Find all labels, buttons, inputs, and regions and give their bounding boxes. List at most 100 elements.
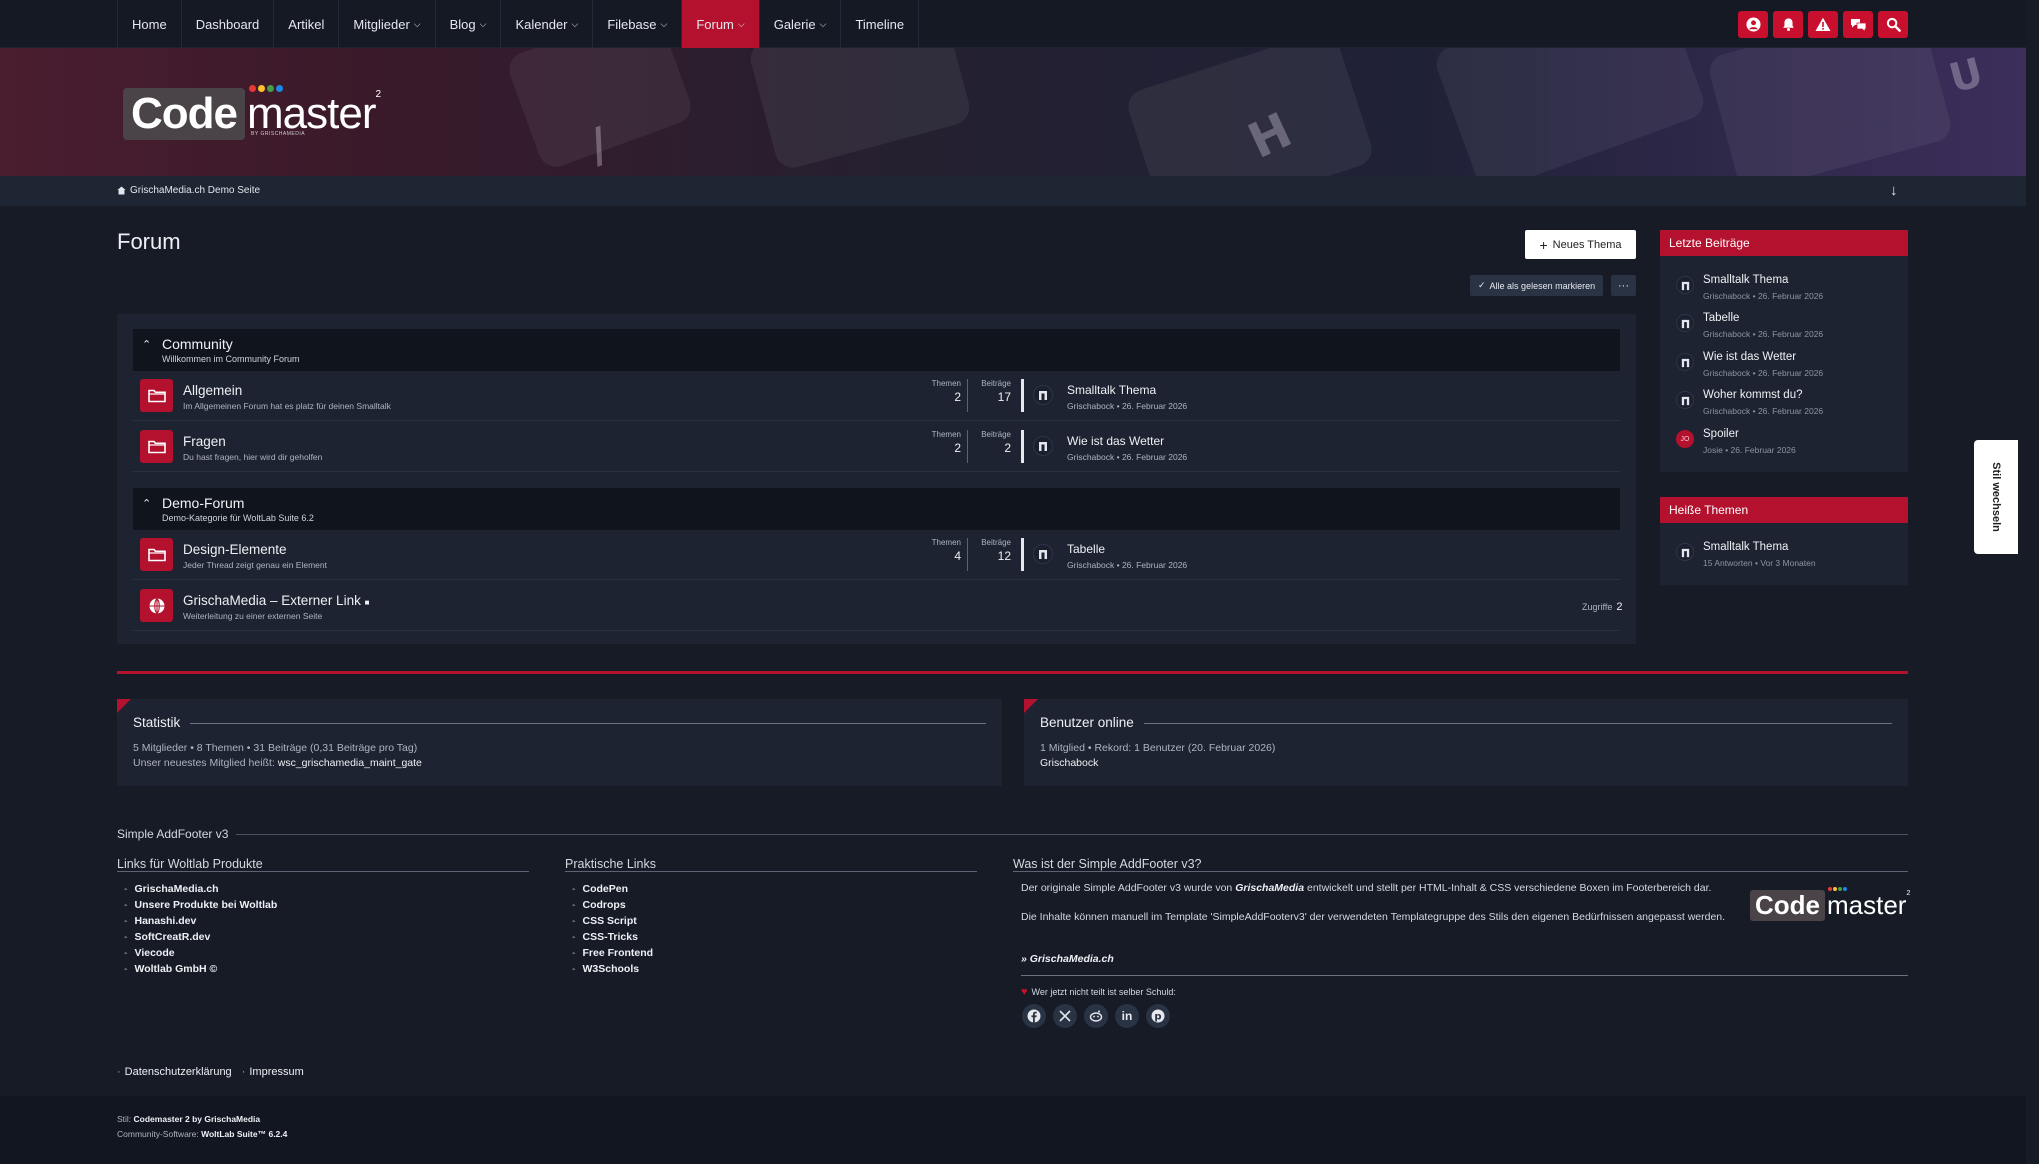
footer-link[interactable]: Hanashi.dev xyxy=(124,915,277,931)
folder-icon xyxy=(140,538,173,571)
board-name[interactable]: Allgemein xyxy=(183,383,242,398)
banner-decoration xyxy=(1431,48,1709,176)
chevron-down-icon: ⌵ xyxy=(737,18,745,29)
board-name[interactable]: Design-Elemente xyxy=(183,542,287,557)
online-summary: 1 Mitglied • Rekord: 1 Benutzer (20. Feb… xyxy=(1040,742,1276,754)
nav-item-forum[interactable]: Forum ⌵ xyxy=(681,0,759,48)
style-switch-button[interactable]: Stil wechseln xyxy=(1974,440,2018,554)
sidebar-post-title[interactable]: Spoiler xyxy=(1703,428,1739,440)
facebook-icon[interactable] xyxy=(1022,1004,1046,1028)
category-subtitle: Demo-Kategorie für WoltLab Suite 6.2 xyxy=(162,513,314,523)
footer-link[interactable]: Unsere Produkte bei Woltlab xyxy=(124,899,278,915)
breadcrumb[interactable]: GrischaMedia.ch Demo Seite xyxy=(117,185,260,196)
last-post-meta: Grischabock • 26. Februar 2026 xyxy=(1067,452,1188,462)
nav-item-blog[interactable]: Blog ⌵ xyxy=(434,0,501,48)
stat-label: Themen xyxy=(931,379,961,388)
sidebar-post-title[interactable]: Smalltalk Thema xyxy=(1703,541,1788,553)
footer-link[interactable]: W3Schools xyxy=(572,963,653,979)
topics-count: Themen 2 xyxy=(923,379,961,404)
hits-value: 2 xyxy=(1616,601,1623,613)
nav-item-artikel[interactable]: Artikel xyxy=(273,0,338,48)
footer-link[interactable]: Woltlab GmbH © xyxy=(124,963,277,979)
category-title[interactable]: Community xyxy=(162,336,233,352)
nav-item-mitglieder[interactable]: Mitglieder ⌵ xyxy=(338,0,434,48)
logo-code: Code xyxy=(1750,890,1825,921)
privacy-link[interactable]: Datenschutzerklärung xyxy=(117,1066,232,1078)
footer-link[interactable]: CSS Script xyxy=(572,915,653,931)
more-options-button[interactable]: ··· xyxy=(1611,275,1636,296)
style-credit-link[interactable]: Codemaster 2 by GrischaMedia xyxy=(134,1114,261,1124)
sidebar-recent-posts: Letzte Beiträge Smalltalk Thema Grischab… xyxy=(1660,230,1908,472)
last-post-title[interactable]: Tabelle xyxy=(1067,542,1105,556)
sidebar-post-title[interactable]: Tabelle xyxy=(1703,312,1739,324)
category-title[interactable]: Demo-Forum xyxy=(162,495,244,511)
reddit-icon[interactable] xyxy=(1084,1004,1108,1028)
bell-icon[interactable] xyxy=(1773,11,1803,38)
sidebar-post-title[interactable]: Smalltalk Thema xyxy=(1703,274,1788,286)
nav-label: Dashboard xyxy=(195,16,260,32)
avatar[interactable] xyxy=(1033,436,1053,456)
collapse-icon[interactable]: ⌃ xyxy=(142,338,151,351)
logo-superscript: 2 xyxy=(1906,890,1911,897)
plus-icon: + xyxy=(1539,236,1548,253)
stat-value: 2 xyxy=(1004,441,1011,455)
footer-link[interactable]: GrischaMedia.ch xyxy=(124,883,277,899)
footer-column-rule xyxy=(565,871,977,872)
sidebar-post-meta: Grischabock • 26. Februar 2026 xyxy=(1703,329,1824,339)
warning-icon[interactable] xyxy=(1808,11,1838,38)
footer-link[interactable]: SoftCreatR.dev xyxy=(124,931,277,947)
footer-link[interactable]: CodePen xyxy=(572,883,653,899)
footer-link[interactable]: Codrops xyxy=(572,899,653,915)
addfooter-link[interactable]: » GrischaMedia.ch xyxy=(1021,953,1114,965)
footer-link[interactable]: Free Frontend xyxy=(572,947,654,963)
x-icon[interactable] xyxy=(1053,1004,1077,1028)
nav-item-home[interactable]: Home xyxy=(117,0,181,48)
nav-item-dashboard[interactable]: Dashboard xyxy=(180,0,274,48)
sidebar-hot-topics: Heiße Themen Smalltalk Thema 15 Antworte… xyxy=(1660,497,1908,585)
sidebar-post-title[interactable]: Woher kommst du? xyxy=(1703,389,1803,401)
collapse-icon[interactable]: ⌃ xyxy=(142,497,151,510)
imprint-link[interactable]: Impressum xyxy=(242,1066,303,1078)
last-post-title[interactable]: Smalltalk Thema xyxy=(1067,383,1156,397)
new-topic-button[interactable]: + Neues Thema xyxy=(1525,230,1636,259)
banner-decoration xyxy=(1123,48,1377,176)
nav-item-kalender[interactable]: Kalender ⌵ xyxy=(500,0,592,48)
online-user-link[interactable]: Grischabock xyxy=(1040,757,1098,769)
conversations-icon[interactable] xyxy=(1843,11,1873,38)
avatar[interactable] xyxy=(1033,544,1053,564)
software-credit-link[interactable]: WoltLab Suite™ 6.2.4 xyxy=(201,1129,287,1139)
newest-member-link[interactable]: wsc_grischamedia_maint_gate xyxy=(278,757,422,769)
scroll-down-icon[interactable]: ↓ xyxy=(1890,182,1898,199)
footer-logo: Code master2 xyxy=(1750,887,1911,921)
footer-link[interactable]: CSS-Tricks xyxy=(572,931,653,947)
users-online-box: Benutzer online 1 Mitglied • Rekord: 1 B… xyxy=(1024,699,1908,786)
site-logo[interactable]: Code master2 BY GRISCHAMEDIA xyxy=(123,85,381,141)
footer-legal-links: Datenschutzerklärung Impressum xyxy=(117,1066,304,1078)
last-post-title[interactable]: Wie ist das Wetter xyxy=(1067,434,1164,448)
board-name[interactable]: GrischaMedia – Externer Link ■ xyxy=(183,593,369,608)
nav-label: Timeline xyxy=(855,16,905,32)
pinterest-icon[interactable]: p xyxy=(1146,1004,1170,1028)
chevron-down-icon: ⌵ xyxy=(660,18,668,29)
nav-item-filebase[interactable]: Filebase ⌵ xyxy=(592,0,681,48)
board-allgemein: Allgemein Im Allgemeinen Forum hat es pl… xyxy=(133,371,1620,421)
posts-count: Beiträge 2 xyxy=(975,430,1011,455)
newest-member-prefix: Unser neuestes Mitglied heißt: xyxy=(133,757,278,769)
nav-item-galerie[interactable]: Galerie ⌵ xyxy=(758,0,841,48)
board-name[interactable]: Fragen xyxy=(183,434,226,449)
stat-value: 12 xyxy=(997,549,1011,563)
mark-all-read-button[interactable]: ✓ Alle als gelesen markieren xyxy=(1470,275,1604,296)
sidebar-post-title[interactable]: Wie ist das Wetter xyxy=(1703,351,1796,363)
search-icon[interactable] xyxy=(1878,11,1908,38)
breadcrumb-bar: GrischaMedia.ch Demo Seite ↓ xyxy=(0,176,2026,206)
posts-count: Beiträge 17 xyxy=(975,379,1011,404)
linkedin-icon[interactable]: in xyxy=(1115,1004,1139,1028)
avatar[interactable] xyxy=(1033,385,1053,405)
nav-item-timeline[interactable]: Timeline xyxy=(840,0,920,48)
page-title: Forum xyxy=(117,229,181,254)
user-icon[interactable] xyxy=(1738,11,1768,38)
footer-link[interactable]: Viecode xyxy=(124,947,277,963)
category-community: ⌃ Community Willkommen im Community Foru… xyxy=(133,329,1620,371)
footer-column-rule xyxy=(1013,871,1908,872)
brand-link[interactable]: GrischaMedia xyxy=(1235,882,1304,894)
